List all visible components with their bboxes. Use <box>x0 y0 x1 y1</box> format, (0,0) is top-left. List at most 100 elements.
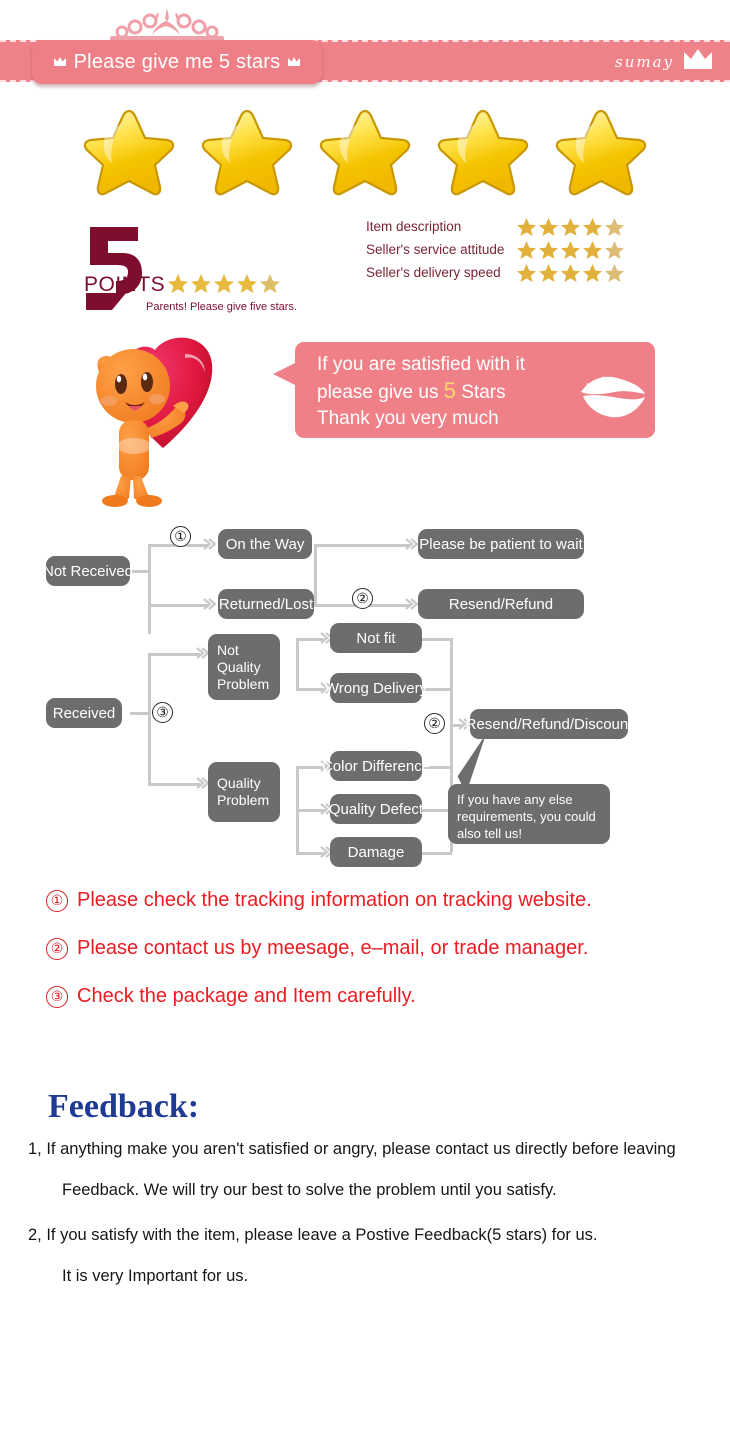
five-points-logo: POINTS Parents! Please give five stars. <box>82 225 332 313</box>
flow-box-not-fit[interactable]: Not fit <box>330 623 422 653</box>
flow-box-wrong-delivery[interactable]: Wrong Delivery <box>325 673 427 703</box>
flow-connector <box>148 653 151 783</box>
star-icon <box>538 240 559 259</box>
flow-box-color-difference[interactable]: Color Difference <box>322 751 430 781</box>
bubble-line-3: Thank you very much <box>317 408 499 429</box>
rating-star-row <box>516 263 625 283</box>
brand-name: sumay <box>615 52 674 71</box>
rating-star-row <box>516 240 625 260</box>
flow-connector <box>148 653 200 656</box>
note-number: ③ <box>46 985 68 1008</box>
flow-connector <box>148 544 151 634</box>
points-word: POINTS <box>84 273 166 296</box>
flow-box-returned-lost[interactable]: Returned/Lost <box>218 589 314 619</box>
rating-star-row <box>516 217 625 237</box>
speech-bubble: If you are satisfied with it please give… <box>295 342 655 438</box>
feedback-section: Feedback: 1, If anything make you aren't… <box>0 1088 730 1318</box>
flow-connector <box>296 638 299 688</box>
note-item: ① Please check the tracking information … <box>46 889 592 912</box>
bubble-line-2-post: Stars <box>456 382 506 403</box>
banner-title-text: Please give me 5 stars <box>73 50 281 73</box>
flow-marker-1: ① <box>170 526 191 547</box>
flow-box-received[interactable]: Received <box>46 698 122 728</box>
promo-section: If you are satisfied with it please give… <box>0 322 730 512</box>
crown-icon-brand <box>682 47 714 76</box>
flow-box-quality-defect[interactable]: Quality Defect <box>329 794 423 824</box>
rating-label: Item description <box>366 219 462 234</box>
rating-row: Seller's service attitude <box>366 238 625 261</box>
points-subtitle: Parents! Please give five stars. <box>146 301 298 313</box>
arrow-chevron-icon <box>405 598 419 610</box>
star-icon <box>538 263 559 282</box>
flow-box-not-received[interactable]: Not Received <box>43 556 133 586</box>
flow-box-be-patient[interactable]: Please be patient to wait <box>418 529 584 559</box>
note-text: Check the package and Item carefully. <box>77 985 416 1007</box>
points-star-row <box>167 273 281 294</box>
tiara-icon <box>102 8 232 44</box>
star-icon <box>237 274 257 293</box>
flow-connector <box>130 712 150 715</box>
star-icon <box>560 263 581 282</box>
star-icon <box>168 274 188 293</box>
big-star-row <box>0 100 730 210</box>
star-icon <box>83 109 175 196</box>
note-item: ② Please contact us by meesage, e–mail, … <box>46 937 588 960</box>
flow-box-damage[interactable]: Damage <box>330 837 422 867</box>
flow-marker-3: ③ <box>152 702 173 723</box>
star-icon <box>516 240 537 259</box>
flow-box-not-quality-problem[interactable]: Not Quality Problem <box>208 634 280 700</box>
note-text: Please check the tracking information on… <box>77 889 592 911</box>
star-icon <box>582 263 603 282</box>
flow-connector <box>422 638 452 641</box>
ratings-block: POINTS Parents! Please give five stars. … <box>0 215 730 320</box>
flow-marker-2-bottom: ② <box>424 713 445 734</box>
flow-connector <box>314 544 317 604</box>
note-number: ① <box>46 889 68 912</box>
arrow-chevron-icon <box>405 538 419 550</box>
speech-bubble-text: If you are satisfied with it please give… <box>317 352 525 432</box>
star-icon <box>560 217 581 236</box>
flow-connector <box>148 783 200 786</box>
numbered-notes: ① Please check the tracking information … <box>0 884 730 1022</box>
crown-icon-right <box>287 55 301 69</box>
note-number: ② <box>46 937 68 960</box>
star-icon <box>582 240 603 259</box>
star-icon <box>191 274 211 293</box>
flow-connector <box>148 604 208 607</box>
arrow-chevron-icon <box>203 538 217 550</box>
rating-label: Seller's delivery speed <box>366 265 501 280</box>
star-icon <box>560 240 581 259</box>
bubble-five-highlight: 5 <box>443 378 456 403</box>
star-icon <box>604 240 625 259</box>
arrow-chevron-icon <box>203 598 217 610</box>
star-icon <box>214 274 234 293</box>
star-icon <box>538 217 559 236</box>
star-icon <box>604 217 625 236</box>
brand-mark: sumay <box>615 47 714 76</box>
star-icon <box>604 263 625 282</box>
flow-box-quality-problem[interactable]: Quality Problem <box>208 762 280 822</box>
flow-callout-extra-requirements: If you have any else requirements, you c… <box>448 784 610 844</box>
mascot-with-heart-icon <box>96 337 213 507</box>
flow-connector <box>422 852 452 855</box>
feedback-line: It is very Important for us. <box>62 1267 249 1285</box>
flow-box-on-the-way[interactable]: On the Way <box>218 529 312 559</box>
returns-flowchart: Not Received On the Way Returned/Lost Pl… <box>0 512 730 880</box>
rating-list: Item description Seller's service attitu… <box>366 215 625 284</box>
rating-row: Item description <box>366 215 625 238</box>
star-icon <box>516 263 537 282</box>
flow-box-resend-refund[interactable]: Resend/Refund <box>418 589 584 619</box>
crown-icon-left <box>53 55 67 69</box>
rating-label: Seller's service attitude <box>366 242 505 257</box>
banner-title-tab: Please give me 5 stars <box>32 40 322 84</box>
header-banner: Please give me 5 stars sumay <box>0 0 730 100</box>
rating-row: Seller's delivery speed <box>366 261 625 284</box>
bubble-line-2: please give us 5 Stars <box>317 378 525 406</box>
feedback-line: 1, If anything make you aren't satisfied… <box>28 1140 676 1158</box>
feedback-heading: Feedback: <box>48 1088 200 1125</box>
flow-marker-2-top: ② <box>352 588 373 609</box>
star-icon <box>260 274 280 293</box>
star-icon <box>437 109 529 196</box>
star-icon <box>555 109 647 196</box>
feedback-line: 2, If you satisfy with the item, please … <box>28 1226 598 1244</box>
